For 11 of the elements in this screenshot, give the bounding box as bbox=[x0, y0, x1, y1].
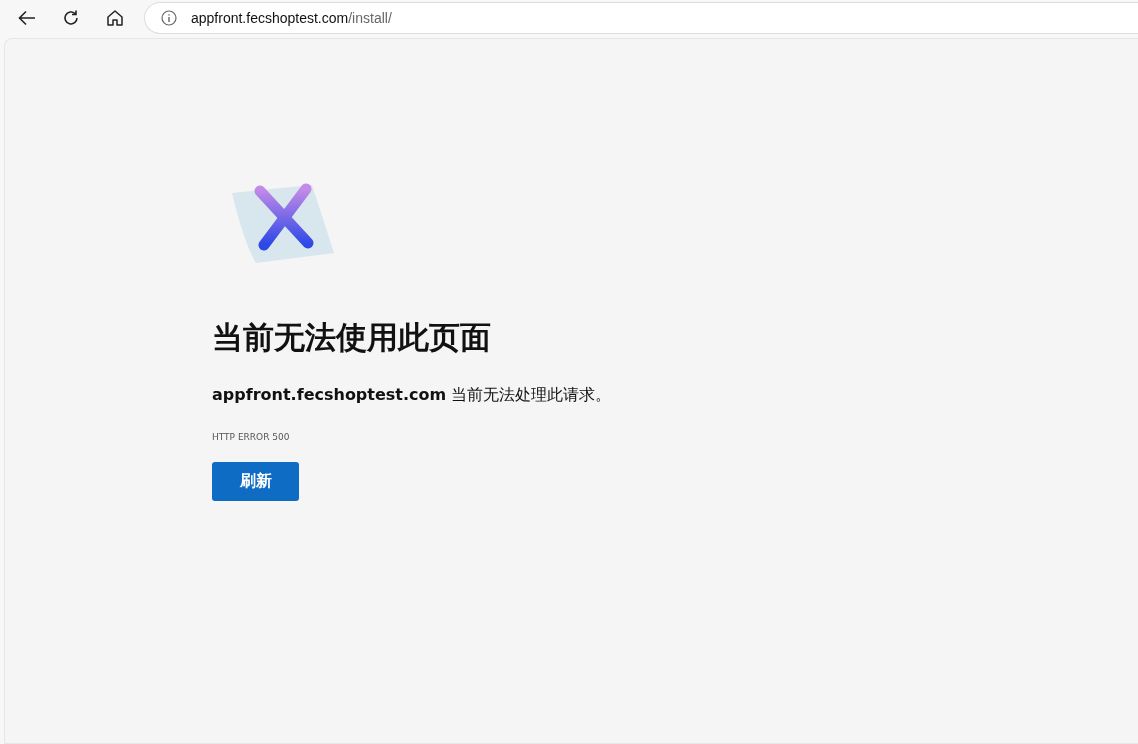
error-code: HTTP ERROR 500 bbox=[212, 432, 290, 442]
refresh-button[interactable]: 刷新 bbox=[212, 462, 299, 501]
home-icon[interactable] bbox=[106, 9, 124, 27]
error-heading: 当前无法使用此页面 bbox=[212, 318, 491, 357]
url-text: appfront.fecshoptest.com/install/ bbox=[191, 10, 392, 26]
info-icon[interactable] bbox=[161, 10, 177, 26]
reload-icon[interactable] bbox=[62, 9, 80, 27]
address-bar[interactable]: appfront.fecshoptest.com/install/ bbox=[144, 2, 1138, 34]
error-document-icon bbox=[230, 183, 336, 265]
back-icon[interactable] bbox=[18, 10, 36, 26]
error-message: appfront.fecshoptest.com 当前无法处理此请求。 bbox=[212, 385, 612, 406]
